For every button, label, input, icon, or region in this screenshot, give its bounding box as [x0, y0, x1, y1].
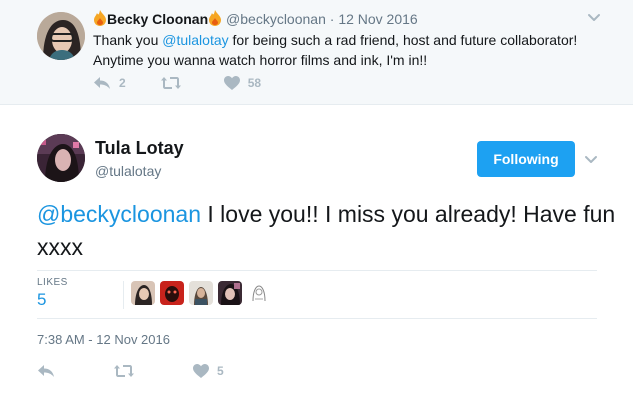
main-retweet-button[interactable] [113, 364, 143, 378]
liker-avatars [131, 281, 276, 305]
chevron-down-icon[interactable] [583, 151, 599, 167]
stats-separator [123, 281, 124, 309]
liker-avatar[interactable] [160, 281, 184, 305]
main-display-name[interactable]: Tula Lotay [95, 138, 184, 159]
parent-avatar[interactable] [37, 12, 85, 60]
parent-retweet-button[interactable] [160, 76, 190, 90]
parent-handle[interactable]: @beckycloonan [226, 11, 326, 27]
parent-display-name[interactable]: Becky Cloonan [107, 11, 208, 27]
parent-tweet-text: Thank you @tulalotay for being such a ra… [93, 30, 613, 70]
main-like-count: 5 [217, 364, 224, 378]
main-tweet-text: @beckycloonan I love you!! I miss you al… [37, 198, 617, 264]
liker-avatar[interactable] [247, 281, 271, 305]
retweet-icon [160, 77, 181, 89]
main-like-button[interactable]: 5 [193, 364, 224, 378]
parent-date[interactable]: 12 Nov 2016 [338, 11, 417, 27]
chevron-down-icon[interactable] [586, 9, 602, 25]
likes-count[interactable]: 5 [37, 290, 46, 310]
likes-label: LIKES [37, 277, 68, 288]
main-mention-link[interactable]: @beckycloonan [37, 201, 201, 227]
parent-tweet-header: Becky Cloonan @beckycloonan · 12 Nov 201… [93, 10, 418, 27]
main-reply-button[interactable] [37, 364, 63, 378]
parent-tweet[interactable]: Becky Cloonan @beckycloonan · 12 Nov 201… [0, 0, 633, 105]
divider [37, 270, 597, 271]
heart-icon [223, 76, 240, 90]
flame-icon [209, 10, 222, 26]
main-handle[interactable]: @tulalotay [95, 163, 161, 179]
liker-avatar[interactable] [218, 281, 242, 305]
parent-reply-count: 2 [119, 76, 126, 90]
parent-like-button[interactable]: 58 [223, 76, 262, 90]
liker-avatar[interactable] [131, 281, 155, 305]
reply-icon [38, 365, 54, 377]
main-action-bar: 5 [37, 364, 274, 378]
tweet-timestamp[interactable]: 7:38 AM - 12 Nov 2016 [37, 332, 170, 347]
retweet-icon [114, 365, 134, 377]
flame-icon [94, 10, 106, 26]
parent-separator: · [329, 11, 335, 27]
divider [37, 318, 597, 319]
parent-mention-link[interactable]: @tulalotay [162, 32, 228, 48]
parent-reply-button[interactable]: 2 [93, 76, 126, 90]
heart-icon [193, 364, 209, 378]
following-button[interactable]: Following [477, 141, 575, 177]
reply-icon [94, 77, 110, 89]
parent-like-count: 58 [247, 76, 262, 90]
liker-avatar[interactable] [189, 281, 213, 305]
parent-action-bar: 2 58 [93, 76, 295, 90]
main-avatar[interactable] [37, 134, 85, 182]
parent-text-before: Thank you [93, 32, 163, 48]
